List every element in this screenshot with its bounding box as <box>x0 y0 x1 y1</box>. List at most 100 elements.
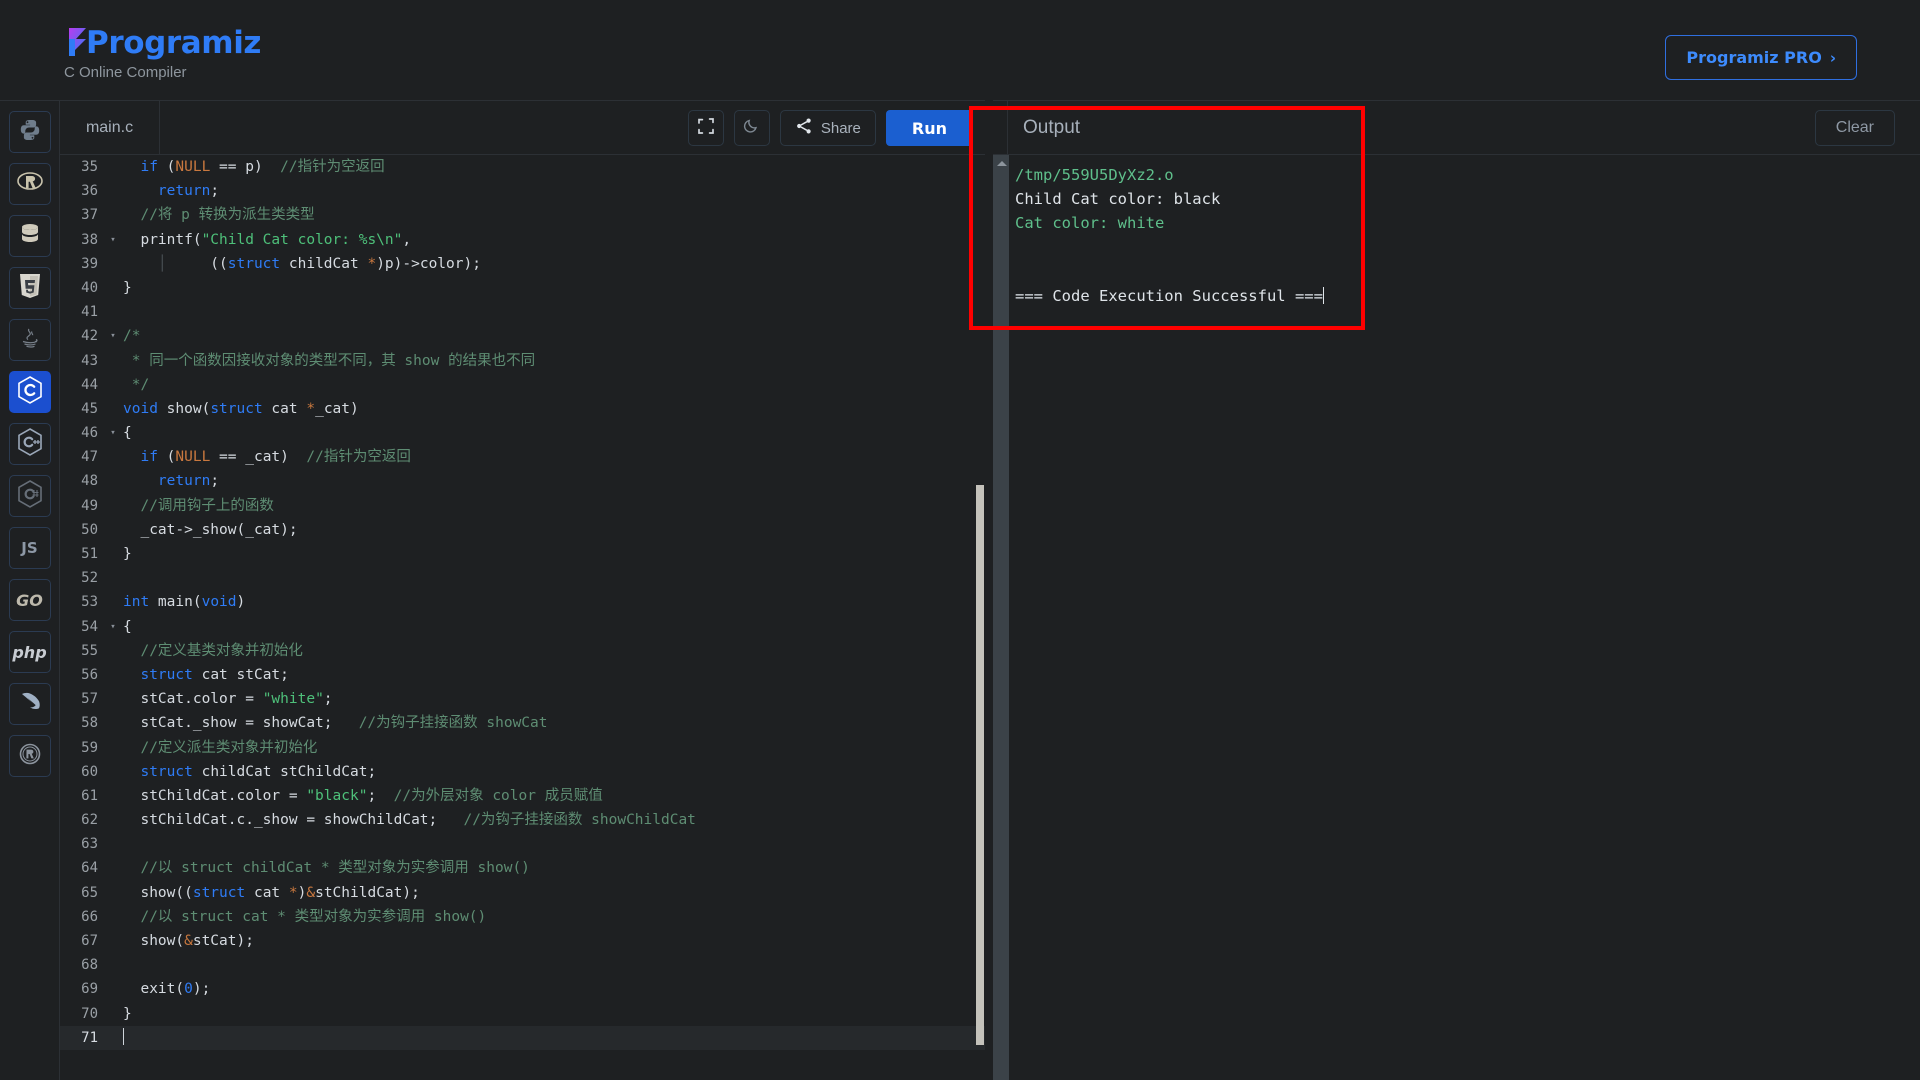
code-text: //定义派生类对象并初始化 <box>140 739 318 756</box>
code-line[interactable]: 62 stChildCat.c._show = showChildCat; //… <box>60 808 985 832</box>
code-line[interactable]: 36 return; <box>60 179 985 203</box>
chevron-right-icon: › <box>1829 48 1836 67</box>
editor-toolbar-actions: Share Run <box>687 110 973 146</box>
code-line[interactable]: 66 //以 struct cat * 类型对象为实参调用 show() <box>60 905 985 929</box>
clear-button[interactable]: Clear <box>1814 110 1895 146</box>
code-line[interactable]: 40} <box>60 276 985 300</box>
fold-toggle-icon <box>107 784 119 808</box>
code-line[interactable]: 70} <box>60 1002 985 1026</box>
code-line[interactable]: 48 return; <box>60 469 985 493</box>
code-line[interactable]: 57 stCat.color = "white"; <box>60 687 985 711</box>
fold-toggle-icon[interactable]: ▾ <box>107 228 119 252</box>
code-line[interactable]: 60 struct childCat stChildCat; <box>60 760 985 784</box>
code-line[interactable]: 45 void show(struct cat *_cat) <box>60 397 985 421</box>
fold-toggle-icon[interactable]: ▾ <box>107 421 119 445</box>
code-text: //定义基类对象并初始化 <box>140 642 303 659</box>
sidebar-item-c[interactable] <box>8 371 51 413</box>
page-header: Programiz C Online Compiler Programiz PR… <box>0 0 1920 100</box>
sidebar-item-r[interactable] <box>8 163 51 205</box>
line-number: 64 <box>81 860 98 877</box>
fold-toggle-icon <box>107 252 119 276</box>
fold-toggle-icon <box>107 349 119 373</box>
fold-toggle-icon <box>107 687 119 711</box>
line-number: 62 <box>81 812 98 829</box>
fullscreen-button[interactable] <box>687 110 724 146</box>
code-line[interactable]: 39 │ ((struct childCat *)p)->color); <box>60 252 985 276</box>
fold-toggle-icon[interactable]: ▾ <box>107 615 119 639</box>
fold-toggle-icon <box>107 590 119 614</box>
code-line[interactable]: 43 * 同一个函数因接收对象的类型不同，其 show 的结果也不同 <box>60 349 985 373</box>
output-gutter[interactable] <box>993 155 1009 1080</box>
code-line[interactable]: 46 ▾{ <box>60 421 985 445</box>
sidebar-item-rust[interactable] <box>8 735 51 777</box>
fold-toggle-icon <box>107 542 119 566</box>
pane-splitter[interactable] <box>985 100 993 1080</box>
editor-scrollbar-thumb[interactable] <box>976 485 984 1045</box>
code-line[interactable]: 35 if (NULL == p) //指针为空返回 <box>60 155 985 179</box>
code-line[interactable]: 56 struct cat stCat; <box>60 663 985 687</box>
line-number: 42 <box>81 328 98 345</box>
code-text: stCat.color = "white"; <box>123 691 333 708</box>
run-button[interactable]: Run <box>885 110 973 146</box>
code-line[interactable]: 63 <box>60 832 985 856</box>
sidebar-item-php[interactable]: php <box>8 631 51 673</box>
code-line[interactable]: 37 //将 p 转换为派生类类型 <box>60 203 985 227</box>
sidebar-item-cpp[interactable] <box>8 423 51 465</box>
output-body: /tmp/559U5DyXz2.o Child Cat color: black C… <box>993 155 1920 1080</box>
code-line[interactable]: 41 <box>60 300 985 324</box>
output-title: Output <box>1023 117 1081 138</box>
code-line[interactable]: 71 <box>60 1025 985 1050</box>
editor-vertical-scrollbar[interactable] <box>975 155 985 1080</box>
code-line[interactable]: 65 show((struct cat *)&stChildCat); <box>60 881 985 905</box>
code-line[interactable]: 51} <box>60 542 985 566</box>
code-editor[interactable]: 35 if (NULL == p) //指针为空返回 36 return; 37 /… <box>60 155 985 1080</box>
code-text: exit(0); <box>123 981 211 998</box>
theme-toggle-button[interactable] <box>733 110 770 146</box>
code-line[interactable]: 53 int main(void) <box>60 590 985 614</box>
code-line[interactable]: 55 //定义基类对象并初始化 <box>60 639 985 663</box>
sidebar-item-go[interactable]: GO <box>8 579 51 621</box>
code-line[interactable]: 42 ▾/* <box>60 324 985 348</box>
code-line[interactable]: 58 stCat._show = showCat; //为钩子挂接函数 show… <box>60 711 985 735</box>
programiz-pro-button[interactable]: Programiz PRO › <box>1665 35 1857 80</box>
sidebar-item-java[interactable] <box>8 319 51 361</box>
sidebar-item-sql[interactable] <box>8 215 51 257</box>
code-line[interactable]: 54 ▾{ <box>60 615 985 639</box>
pro-button-label: Programiz PRO <box>1686 48 1822 67</box>
scroll-up-arrow-icon[interactable] <box>997 161 1007 166</box>
sidebar-item-python[interactable] <box>8 111 51 153</box>
code-line[interactable]: 68 <box>60 953 985 977</box>
code-text: _cat->_show(_cat); <box>123 521 298 538</box>
fold-toggle-icon <box>107 566 119 590</box>
code-text: { <box>123 425 132 442</box>
sidebar-item-html[interactable] <box>8 267 51 309</box>
rust-icon <box>18 742 42 771</box>
code-line[interactable]: 67 show(&stCat); <box>60 929 985 953</box>
code-line[interactable]: 64 //以 struct childCat * 类型对象为实参调用 show(… <box>60 856 985 880</box>
code-text: show((struct cat *)&stChildCat); <box>123 884 420 901</box>
code-line[interactable]: 50 _cat->_show(_cat); <box>60 518 985 542</box>
code-line[interactable]: 61 stChildCat.color = "black"; //为外层对象 c… <box>60 784 985 808</box>
sidebar-item-csharp[interactable] <box>8 475 51 517</box>
code-line[interactable]: 59 //定义派生类对象并初始化 <box>60 736 985 760</box>
code-line[interactable]: 52 <box>60 566 985 590</box>
fold-toggle-icon <box>107 881 119 905</box>
sidebar-item-javascript[interactable]: JS <box>8 527 51 569</box>
fold-toggle-icon[interactable]: ▾ <box>107 324 119 348</box>
code-text: } <box>123 279 132 296</box>
code-line[interactable]: 44 */ <box>60 373 985 397</box>
code-line[interactable]: 38 ▾ printf("Child Cat color: %s\n", <box>60 228 985 252</box>
share-button[interactable]: Share <box>779 110 876 146</box>
fold-toggle-icon <box>107 663 119 687</box>
code-line[interactable]: 49 //调用钩子上的函数 <box>60 494 985 518</box>
tab-main-c[interactable]: main.c <box>60 101 160 155</box>
code-text: void show(struct cat *_cat) <box>123 400 359 417</box>
code-line[interactable]: 69 exit(0); <box>60 977 985 1001</box>
sidebar-item-swift[interactable] <box>8 683 51 725</box>
fold-toggle-icon <box>107 905 119 929</box>
code-line[interactable]: 47 if (NULL == _cat) //指针为空返回 <box>60 445 985 469</box>
programiz-logo-icon <box>64 26 90 60</box>
python-icon <box>18 118 42 147</box>
